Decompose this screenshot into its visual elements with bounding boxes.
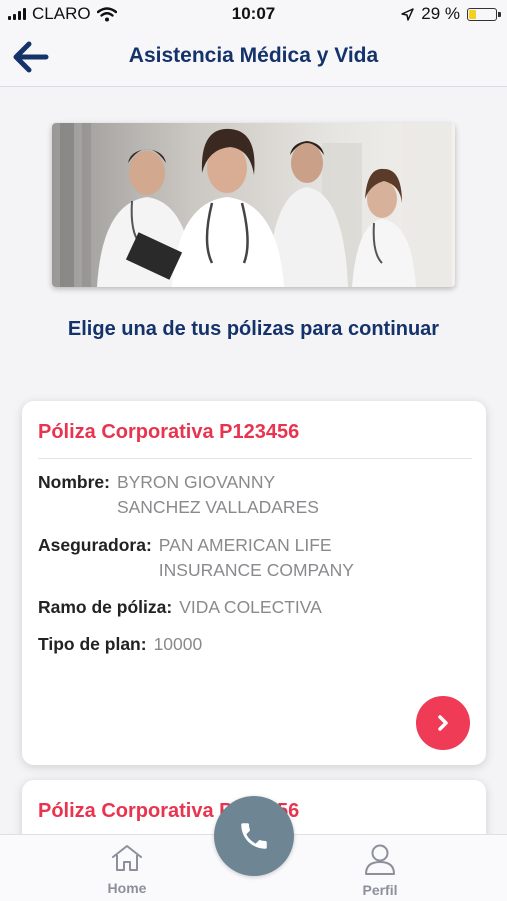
home-icon [112,845,142,871]
policy-title: Póliza Corporativa P123456 [38,421,300,443]
chevron-right-icon [438,715,448,731]
field-value: 10000 [153,634,203,654]
field-value: BYRON GIOVANNY SANCHEZ VALLADARES [117,470,319,520]
nav-label: Home [107,880,147,896]
field-label: Tipo de plan: [38,634,147,654]
status-bar: CLARO 10:07 29 % [0,0,507,30]
field-label: Aseguradora: [38,535,152,555]
location-arrow-icon [401,7,414,21]
next-button[interactable] [416,696,470,750]
battery-icon [467,7,501,21]
value-line: PAN AMERICAN LIFE [158,535,332,555]
app-header: Asistencia Médica y Vida [0,30,507,87]
value-line: INSURANCE COMPANY [158,560,354,580]
field-tipo-plan: Tipo de plan: 10000 [38,632,202,657]
nav-item-home[interactable]: Home [82,843,172,896]
battery-fill [469,9,476,19]
value-line: BYRON GIOVANNY [116,472,276,492]
call-button[interactable] [214,796,294,876]
nav-item-perfil[interactable]: Perfil [335,843,425,898]
user-icon [365,844,395,875]
nav-label: Perfil [362,882,398,898]
page-title: Asistencia Médica y Vida [128,44,379,67]
policy-card[interactable]: Póliza Corporativa P123456 Nombre: BYRON… [22,401,486,765]
hero-image [52,123,455,287]
field-ramo: Ramo de póliza: VIDA COLECTIVA [38,595,322,620]
field-aseguradora: Aseguradora: PAN AMERICAN LIFE INSURANCE… [38,533,354,583]
field-nombre: Nombre: BYRON GIOVANNY SANCHEZ VALLADARE… [38,470,319,520]
battery-percent: 29 % [421,4,460,23]
subtitle: Elige una de tus pólizas para continuar [67,318,440,340]
field-value: PAN AMERICAN LIFE INSURANCE COMPANY [159,533,354,583]
field-label: Ramo de póliza: [38,597,173,617]
field-label: Nombre: [38,472,110,492]
field-value: VIDA COLECTIVA [179,597,322,617]
value-line: SANCHEZ VALLADARES [116,497,319,517]
status-right: 29 % [401,4,501,24]
card-divider [38,458,472,459]
phone-icon [241,823,267,849]
